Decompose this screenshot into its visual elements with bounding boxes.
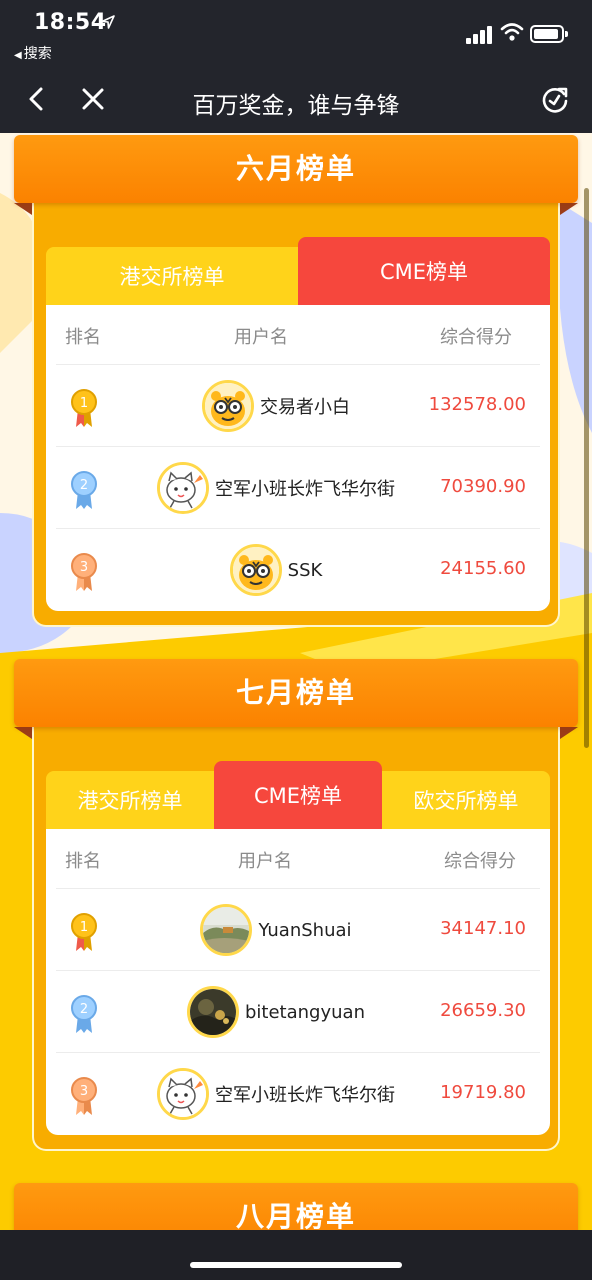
user-cell: bitetangyuan	[116, 971, 436, 1053]
dark-photo-avatar[interactable]	[187, 986, 239, 1038]
tab-bar: 港交所榜单 CME榜单 欧交所榜单	[46, 761, 550, 829]
home-indicator[interactable]	[190, 1262, 402, 1268]
page-title: 百万奖金，谁与争锋	[192, 93, 400, 119]
battery-icon	[530, 25, 568, 43]
table-row[interactable]: 1 交易者小白 132578.00	[56, 365, 540, 447]
header-score: 综合得分	[444, 851, 516, 872]
username: SSK	[287, 559, 323, 581]
score-value: 26659.30	[440, 1000, 526, 1021]
leaderboard-panel: 港交所榜单 CME榜单 欧交所榜单 排名 用户名 综合得分 1 YuanShuai…	[32, 727, 560, 1151]
back-to-app-link[interactable]: ◀ 搜索	[14, 43, 52, 63]
medal-rank-2-icon: 2	[71, 471, 97, 509]
section-title: 六月榜单	[14, 135, 578, 203]
table-row[interactable]: 3 SSK 24155.60	[56, 529, 540, 611]
leaderboard-panel: 港交所榜单 CME榜单 排名 用户名 综合得分 1 交易者小白 132578.00 2…	[32, 203, 560, 627]
table-header: 排名 用户名 综合得分	[56, 305, 540, 365]
medal-rank-2-icon: 2	[71, 995, 97, 1033]
cartoon-cat-avatar[interactable]	[157, 1068, 209, 1120]
header-score: 综合得分	[440, 327, 512, 348]
svg-text:2: 2	[80, 478, 88, 493]
header-username: 用户名	[238, 851, 292, 872]
medal-rank-3-icon: 3	[71, 553, 97, 591]
table-row[interactable]: 1 YuanShuai 34147.10	[56, 889, 540, 971]
leaderboard-content[interactable]: 六月榜单 港交所榜单 CME榜单 排名 用户名 综合得分 1 交易者小白 13257…	[0, 133, 592, 1230]
ranking-table: 排名 用户名 综合得分 1 YuanShuai 34147.10 2 bitetangy…	[46, 829, 550, 1135]
svg-text:1: 1	[80, 920, 88, 935]
svg-text:1: 1	[80, 396, 88, 411]
ranking-table: 排名 用户名 综合得分 1 交易者小白 132578.00 2 空军小班长炸飞华尔街 70…	[46, 305, 550, 611]
signal-icon	[466, 26, 494, 44]
username: bitetangyuan	[245, 1001, 365, 1023]
tab-cme[interactable]: CME榜单	[214, 761, 382, 829]
username: 空军小班长炸飞华尔街	[215, 1085, 395, 1106]
status-time: 18:54	[34, 10, 107, 35]
score-value: 34147.10	[440, 918, 526, 939]
tab-hkex[interactable]: 港交所榜单	[46, 771, 214, 829]
tab-bar: 港交所榜单 CME榜单	[46, 237, 550, 305]
tab-ice[interactable]: 欧交所榜单	[382, 771, 550, 829]
wifi-icon	[500, 23, 524, 41]
tiger-avatar[interactable]	[229, 544, 282, 596]
username: YuanShuai	[258, 919, 352, 941]
back-triangle-icon: ◀	[14, 50, 22, 61]
tiger-avatar[interactable]	[202, 380, 254, 432]
top-bar: 18:54 ◀ 搜索 百万奖金，谁与争锋	[0, 0, 592, 133]
location-arrow-icon	[101, 15, 115, 29]
section-title: 七月榜单	[14, 659, 578, 727]
table-row[interactable]: 3 空军小班长炸飞华尔街 19719.80	[56, 1053, 540, 1135]
table-header: 排名 用户名 综合得分	[56, 829, 540, 889]
svg-text:3: 3	[80, 560, 88, 575]
svg-text:2: 2	[80, 1002, 88, 1017]
back-app-label: 搜索	[23, 46, 52, 62]
username: 空军小班长炸飞华尔街	[215, 479, 395, 500]
landscape-photo-avatar[interactable]	[200, 904, 253, 956]
svg-text:3: 3	[80, 1084, 88, 1099]
score-value: 132578.00	[428, 394, 526, 415]
cartoon-cat-avatar[interactable]	[157, 462, 209, 514]
tab-cme[interactable]: CME榜单	[298, 237, 550, 305]
scrollbar[interactable]	[584, 188, 589, 748]
user-cell: SSK	[116, 529, 436, 611]
header-rank: 排名	[65, 851, 101, 872]
score-value: 24155.60	[440, 558, 526, 579]
username: 交易者小白	[260, 397, 350, 418]
refresh-icon[interactable]	[540, 85, 570, 115]
medal-rank-1-icon: 1	[71, 389, 97, 427]
header-username: 用户名	[234, 327, 288, 348]
section-title: 八月榜单	[14, 1183, 578, 1230]
tab-hkex[interactable]: 港交所榜单	[46, 247, 298, 305]
table-row[interactable]: 2 bitetangyuan 26659.30	[56, 971, 540, 1053]
table-row[interactable]: 2 空军小班长炸飞华尔街 70390.90	[56, 447, 540, 529]
user-cell: 交易者小白	[116, 365, 436, 447]
score-value: 70390.90	[440, 476, 526, 497]
medal-rank-1-icon: 1	[71, 913, 97, 951]
user-cell: 空军小班长炸飞华尔街	[116, 1053, 436, 1135]
header-rank: 排名	[65, 327, 101, 348]
user-cell: YuanShuai	[116, 889, 436, 971]
medal-rank-3-icon: 3	[71, 1077, 97, 1115]
bottom-bar	[0, 1230, 592, 1280]
user-cell: 空军小班长炸飞华尔街	[116, 447, 436, 529]
score-value: 19719.80	[440, 1082, 526, 1103]
